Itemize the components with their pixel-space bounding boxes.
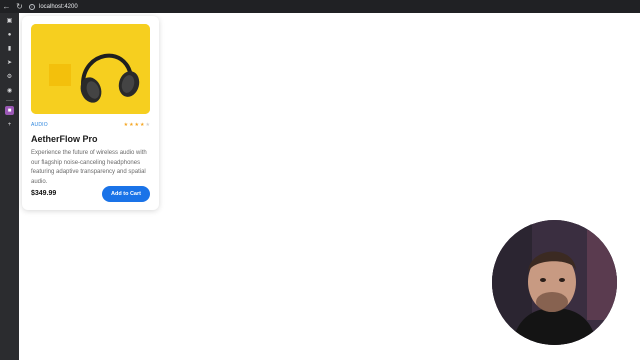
bookmark-icon[interactable]: ▮ <box>5 44 14 53</box>
product-card: AUDIO ★ ★ ★ ★ ★ AetherFlow Pro Experienc… <box>22 16 159 210</box>
add-to-cart-button[interactable]: Add to Cart <box>102 186 150 202</box>
star-icon: ★ <box>140 121 145 128</box>
browser-toolbar: ← ↻ i localhost:4200 <box>0 0 640 13</box>
product-image <box>31 24 150 114</box>
sidebar-divider <box>5 100 14 101</box>
presenter-video <box>492 220 617 345</box>
address-bar[interactable]: i localhost:4200 <box>29 3 78 10</box>
product-title: AetherFlow Pro <box>31 134 98 144</box>
product-description: Experience the future of wireless audio … <box>31 150 147 185</box>
url-text: localhost:4200 <box>39 3 78 10</box>
webcam-overlay <box>492 220 617 345</box>
star-icon: ★ <box>123 121 129 128</box>
tab-icon[interactable]: ▣ <box>5 16 14 25</box>
back-arrow-icon[interactable]: ← <box>0 0 13 13</box>
extension-icon[interactable]: ⚙ <box>5 72 14 81</box>
product-price: $349.99 <box>31 190 57 197</box>
purple-app-icon[interactable]: ■ <box>5 106 14 115</box>
cursor-icon[interactable]: ➤ <box>5 58 14 67</box>
site-info-icon[interactable]: i <box>29 3 35 10</box>
headphones-image <box>31 24 150 114</box>
meta-row: AUDIO ★ ★ ★ ★ ★ <box>31 122 150 128</box>
browser-sidebar: ▣ ● ▮ ➤ ⚙ ◉ ■ + <box>0 13 19 360</box>
star-icon: ★ <box>134 121 140 128</box>
category-label: AUDIO <box>31 122 48 128</box>
github-icon[interactable]: ◉ <box>5 86 14 95</box>
star-icon: ★ <box>129 121 134 128</box>
star-empty-icon: ★ <box>145 121 150 128</box>
reload-icon[interactable]: ↻ <box>13 0 26 13</box>
rating-stars: ★ ★ ★ ★ ★ <box>123 121 150 128</box>
plus-icon[interactable]: + <box>5 120 14 129</box>
circle-icon[interactable]: ● <box>5 30 14 39</box>
